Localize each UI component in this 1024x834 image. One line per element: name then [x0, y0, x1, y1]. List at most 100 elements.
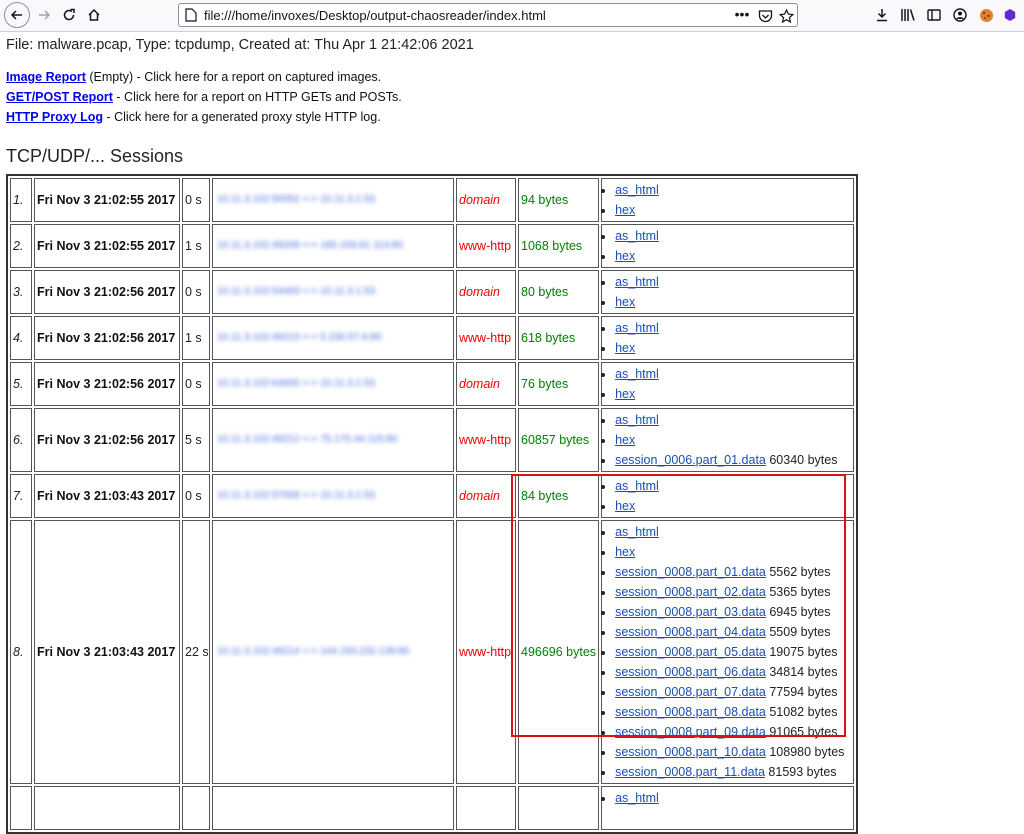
image-report-link[interactable]: Image Report: [6, 70, 86, 84]
session-file-link[interactable]: session_0008.part_07.data: [615, 685, 766, 699]
sessions-heading: TCP/UDP/... Sessions: [6, 146, 184, 166]
file-info-text: File: malware.pcap, Type: tcpdump, Creat…: [6, 37, 474, 53]
service-label: domain: [459, 489, 500, 503]
session-links: as_htmlhex: [601, 316, 855, 360]
session-address: [212, 786, 454, 830]
browser-toolbar: file:///home/invoxes/Desktop/output-chao…: [0, 0, 1024, 32]
session-file-link[interactable]: as_html: [615, 367, 659, 381]
session-file-link[interactable]: session_0008.part_06.data: [615, 665, 766, 679]
session-file-link[interactable]: hex: [615, 203, 635, 217]
sidebar-icon: [927, 9, 941, 21]
library-button[interactable]: [899, 6, 917, 24]
session-file-link[interactable]: as_html: [615, 413, 659, 427]
session-number: 7.: [10, 474, 32, 518]
session-link-list: as_htmlhex: [604, 272, 851, 312]
session-file-link[interactable]: hex: [615, 433, 635, 447]
hexagon-icon: [1004, 9, 1016, 21]
proxy-log-link[interactable]: HTTP Proxy Log: [6, 110, 103, 124]
session-date: Fri Nov 3 21:02:56 2017: [34, 270, 180, 314]
address-blurred-text: 10.11.3.102:54493 <-> 10.11.3.1:53: [217, 286, 376, 297]
extension-cookie-button[interactable]: [977, 6, 995, 24]
session-number: [10, 786, 32, 830]
session-service: domain: [456, 178, 516, 222]
list-item: as_html: [615, 522, 851, 542]
home-button[interactable]: [82, 3, 106, 27]
proxy-log-desc: - Click here for a generated proxy style…: [103, 110, 381, 124]
back-button[interactable]: [4, 2, 30, 28]
session-row: as_html: [10, 786, 855, 830]
pocket-button[interactable]: [756, 7, 774, 25]
session-link-list: as_htmlhex: [604, 318, 851, 358]
list-item: as_html: [615, 318, 851, 338]
session-service: www-http: [456, 224, 516, 268]
file-size: 5509 bytes: [765, 625, 831, 639]
session-file-link[interactable]: hex: [615, 341, 635, 355]
session-file-link[interactable]: as_html: [615, 479, 659, 493]
session-row: 1. Fri Nov 3 21:02:55 2017 0 s 10.11.3.102:…: [10, 178, 855, 222]
session-number: 1.: [10, 178, 32, 222]
account-button[interactable]: [951, 6, 969, 24]
reload-button[interactable]: [57, 3, 81, 27]
service-label: www-http: [459, 645, 512, 659]
session-file-link[interactable]: as_html: [615, 229, 659, 243]
address-blurred-text: 10.11.3.102:49208 <-> 185.159.81.114:80: [217, 240, 403, 251]
session-file-link[interactable]: hex: [615, 249, 635, 263]
session-file-link[interactable]: hex: [615, 295, 635, 309]
file-size: 5365 bytes: [765, 585, 831, 599]
pocket-icon: [758, 10, 772, 23]
forward-button[interactable]: [32, 3, 56, 27]
session-file-link[interactable]: hex: [615, 499, 635, 513]
session-file-link[interactable]: session_0008.part_01.data: [615, 565, 766, 579]
downloads-button[interactable]: [873, 6, 891, 24]
session-size: 1068 bytes: [518, 224, 600, 268]
sidebar-button[interactable]: [925, 6, 943, 24]
url-bar[interactable]: file:///home/invoxes/Desktop/output-chao…: [178, 3, 798, 27]
session-file-link[interactable]: session_0008.part_03.data: [615, 605, 766, 619]
file-size: 5562 bytes: [765, 565, 831, 579]
session-file-link[interactable]: session_0008.part_04.data: [615, 625, 766, 639]
session-file-link[interactable]: as_html: [615, 791, 659, 805]
file-size: 77594 bytes: [765, 685, 838, 699]
download-icon: [877, 9, 887, 22]
session-file-link[interactable]: session_0008.part_05.data: [615, 645, 766, 659]
session-file-link[interactable]: hex: [615, 387, 635, 401]
arrow-right-icon: [39, 10, 51, 20]
session-file-link[interactable]: session_0008.part_08.data: [615, 705, 766, 719]
list-item: hex: [615, 430, 851, 450]
session-service: www-http: [456, 408, 516, 472]
image-report-desc: (Empty) - Click here for a report on cap…: [85, 70, 382, 84]
session-link-list: as_htmlhex session_0008.part_01.data 5562…: [604, 522, 851, 782]
session-file-link[interactable]: session_0008.part_11.data: [615, 765, 765, 779]
file-size: 91065 bytes: [765, 725, 838, 739]
session-file-link[interactable]: session_0008.part_02.data: [615, 585, 766, 599]
session-file-link[interactable]: as_html: [615, 183, 659, 197]
session-file-link[interactable]: hex: [615, 545, 635, 559]
address-blurred-text: 10.11.3.102:64600 <-> 10.11.3.1:53: [217, 378, 376, 389]
session-file-link[interactable]: as_html: [615, 275, 659, 289]
getpost-report-link[interactable]: GET/POST Report: [6, 90, 113, 104]
session-links: as_htmlhex: [601, 362, 855, 406]
session-duration: 0 s: [182, 270, 210, 314]
file-size: 81593 bytes: [764, 765, 837, 779]
session-links: as_htmlhex session_0008.part_01.data 5562…: [601, 520, 855, 784]
session-row: 3. Fri Nov 3 21:02:56 2017 0 s 10.11.3.102:…: [10, 270, 855, 314]
session-file-link[interactable]: as_html: [615, 525, 659, 539]
session-date: Fri Nov 3 21:02:55 2017: [34, 224, 180, 268]
extension-purple-button[interactable]: [1001, 6, 1019, 24]
session-file-link[interactable]: session_0008.part_09.data: [615, 725, 766, 739]
url-text[interactable]: file:///home/invoxes/Desktop/output-chao…: [204, 8, 546, 23]
session-size: 60857 bytes: [518, 408, 600, 472]
session-file-link[interactable]: session_0006.part_01.data: [615, 453, 766, 467]
list-item: hex: [615, 338, 851, 358]
session-date: Fri Nov 3 21:02:55 2017: [34, 178, 180, 222]
session-number: 6.: [10, 408, 32, 472]
bookmark-star-button[interactable]: [777, 7, 795, 25]
page-actions-more-button[interactable]: •••: [733, 5, 751, 23]
list-item: session_0008.part_09.data 91065 bytes: [615, 722, 851, 742]
session-link-list: as_htmlhex: [604, 364, 851, 404]
session-file-link[interactable]: session_0008.part_10.data: [615, 745, 766, 759]
service-label: domain: [459, 193, 500, 207]
address-blurred-text: 10.11.3.102:57008 <-> 10.11.3.1:53: [217, 490, 376, 501]
service-label: domain: [459, 285, 500, 299]
session-file-link[interactable]: as_html: [615, 321, 659, 335]
